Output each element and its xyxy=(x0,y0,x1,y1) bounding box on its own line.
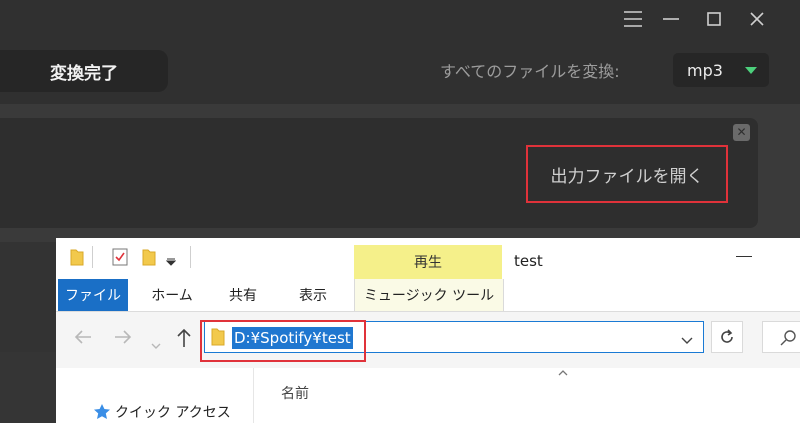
tab-view[interactable]: 表示 xyxy=(288,279,338,311)
tab-music-tools-label: ミュージック ツール xyxy=(363,288,495,304)
refresh-button[interactable] xyxy=(711,321,743,353)
tab-view-label: 表示 xyxy=(299,288,327,304)
address-highlight-box xyxy=(200,320,366,362)
dropdown-arrow-icon xyxy=(745,67,757,74)
column-header-name[interactable]: 名前 xyxy=(281,383,309,403)
format-value: mp3 xyxy=(687,60,723,80)
star-icon xyxy=(94,404,110,419)
toolbar-divider xyxy=(190,246,191,268)
nav-item-quick-access[interactable]: クイック アクセス xyxy=(93,402,231,422)
refresh-icon xyxy=(721,329,733,343)
sort-ascending-icon xyxy=(558,370,568,376)
back-icon[interactable] xyxy=(74,329,92,350)
new-folder-icon[interactable] xyxy=(142,248,156,270)
up-folder-icon[interactable] xyxy=(176,328,192,353)
toolbar-divider xyxy=(92,246,93,268)
explorer-minimize-icon[interactable] xyxy=(736,256,752,257)
customize-toolbar-icon[interactable] xyxy=(165,252,177,271)
tab-share[interactable]: 共有 xyxy=(218,279,268,311)
search-icon xyxy=(780,330,796,346)
background-panel xyxy=(0,352,56,423)
properties-icon[interactable] xyxy=(112,248,128,270)
play-context-label: 再生 xyxy=(414,255,442,271)
file-explorer-window: 再生 test ファイル ホーム 共有 表示 ミュージック ツール D:¥Spo… xyxy=(56,238,800,423)
card-close-icon[interactable]: ✕ xyxy=(733,124,750,141)
tab-file-label: ファイル xyxy=(65,288,121,304)
tab-share-label: 共有 xyxy=(229,288,257,304)
menu-icon[interactable] xyxy=(622,8,644,30)
tab-file[interactable]: ファイル xyxy=(58,279,128,311)
conversion-done-label: 変換完了 xyxy=(50,63,118,84)
close-icon[interactable] xyxy=(746,8,768,30)
play-context-group: 再生 xyxy=(354,245,502,279)
background-panel xyxy=(0,242,56,352)
maximize-icon[interactable] xyxy=(703,8,725,30)
format-select[interactable]: mp3 xyxy=(673,53,769,87)
search-box[interactable] xyxy=(762,321,800,353)
open-output-file-button[interactable]: 出力ファイルを開く xyxy=(526,145,728,203)
tab-music-tools[interactable]: ミュージック ツール xyxy=(354,279,504,311)
pane-divider xyxy=(253,368,254,423)
window-title: test xyxy=(514,252,543,270)
minimize-icon[interactable] xyxy=(660,8,682,30)
open-output-file-label: 出力ファイルを開く xyxy=(550,166,704,187)
convert-all-label: すべてのファイルを変換: xyxy=(440,62,620,81)
address-dropdown-icon[interactable] xyxy=(681,330,693,349)
tab-home-label: ホーム xyxy=(151,288,193,304)
tab-home[interactable]: ホーム xyxy=(144,279,200,311)
forward-icon[interactable] xyxy=(114,329,132,350)
recent-locations-icon[interactable] xyxy=(151,334,161,355)
folder-icon[interactable] xyxy=(70,248,84,270)
quick-access-label: クイック アクセス xyxy=(115,405,231,421)
conversion-done-tab[interactable]: 変換完了 xyxy=(0,50,168,92)
